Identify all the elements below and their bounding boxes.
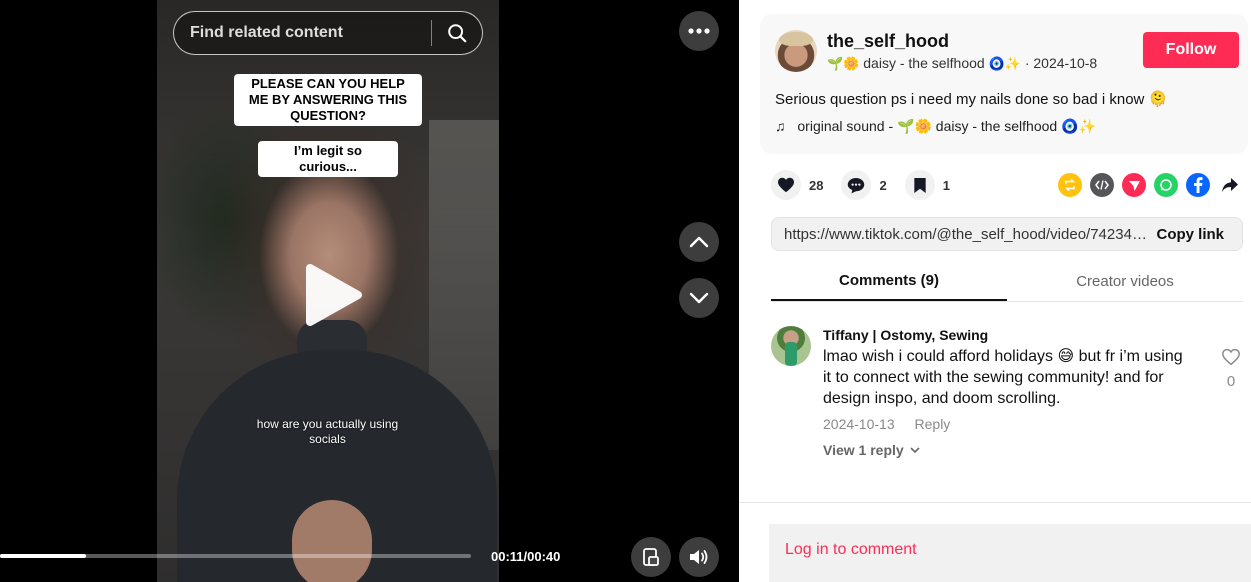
video-player[interactable]: PLEASE CAN YOU HELP ME BY ANSWERING THIS… (0, 0, 739, 582)
whatsapp-icon[interactable] (1154, 173, 1178, 197)
video-caption-question: PLEASE CAN YOU HELP ME BY ANSWERING THIS… (234, 74, 422, 126)
playback-time: 00:11/00:40 (491, 549, 561, 564)
search-placeholder[interactable]: Find related content (174, 24, 431, 42)
share-buttons (1058, 173, 1250, 197)
view-replies-button[interactable]: View 1 reply (823, 442, 920, 458)
view-replies-label: View 1 reply (823, 442, 904, 458)
chevron-down-icon (910, 446, 920, 453)
tab-comments[interactable]: Comments (9) (771, 262, 1007, 301)
picture-in-picture-icon[interactable] (631, 537, 671, 577)
video-subject-hand (292, 500, 372, 582)
follow-button[interactable]: Follow (1143, 32, 1239, 68)
comment-like-count: 0 (1226, 373, 1236, 390)
engagement-actions: 28 2 1 (771, 170, 968, 200)
display-name-emoji-tail: 🧿✨ (988, 56, 1021, 71)
commenter-name[interactable]: Tiffany | Ostomy, Sewing (823, 327, 988, 343)
heart-icon (771, 170, 801, 200)
login-to-comment-link[interactable]: Log in to comment (785, 541, 917, 559)
copy-link-button[interactable]: Copy link (1148, 226, 1242, 243)
music-name: daisy - the selfhood (935, 118, 1058, 134)
comment-icon (841, 170, 872, 200)
play-icon[interactable] (300, 262, 366, 328)
date-separator: · (1024, 55, 1030, 71)
comment-meta: 2024-10-13 Reply (823, 416, 950, 432)
reply-button[interactable]: Reply (915, 416, 951, 432)
tab-creator-videos[interactable]: Creator videos (1007, 262, 1243, 301)
save-button[interactable]: 1 (904, 170, 950, 200)
send-icon[interactable] (1122, 173, 1146, 197)
music-note-icon: ♫ (775, 118, 786, 134)
post-info-card: the_self_hood 🌱🌼 daisy - the selfhood 🧿✨… (760, 14, 1248, 154)
save-count: 1 (942, 177, 950, 193)
creator-username[interactable]: the_self_hood (827, 31, 949, 52)
related-search-bar[interactable]: Find related content (173, 11, 483, 55)
video-subtitle: how are you actually using socials (256, 417, 399, 446)
comment-date: 2024-10-13 (823, 416, 895, 432)
comment-text: lmao wish i could afford holidays 😅 but … (823, 348, 1183, 407)
music-link[interactable]: ♫ original sound - 🌱🌼 daisy - the selfho… (775, 118, 1096, 135)
copy-link-box: https://www.tiktok.com/@the_self_hood/vi… (771, 217, 1243, 251)
more-horizontal-icon[interactable] (679, 11, 719, 51)
like-button[interactable]: 28 (771, 170, 823, 200)
details-panel: the_self_hood 🌱🌼 daisy - the selfhood 🧿✨… (739, 0, 1251, 582)
display-name: daisy - the selfhood (863, 55, 985, 71)
progress-bar-fill (0, 554, 87, 558)
music-emoji: 🌱🌼 (897, 118, 932, 134)
commenter-avatar[interactable] (771, 326, 811, 366)
heart-outline-icon (1222, 348, 1240, 366)
volume-icon[interactable] (679, 537, 719, 577)
video-url[interactable]: https://www.tiktok.com/@the_self_hood/vi… (772, 226, 1148, 243)
video-caption-curious: I’m legit so curious... (258, 141, 398, 177)
facebook-icon[interactable] (1186, 173, 1210, 197)
creator-meta: 🌱🌼 daisy - the selfhood 🧿✨ · 2024-10-8 (827, 55, 1097, 72)
progress-bar[interactable] (0, 554, 471, 558)
comment-button[interactable]: 2 (841, 170, 887, 200)
post-description: Serious question ps i need my nails done… (775, 91, 1168, 108)
bookmark-icon (904, 170, 935, 200)
music-prefix: original sound - (797, 118, 894, 134)
search-icon[interactable] (432, 11, 482, 55)
login-to-comment-bar[interactable]: Log in to comment (769, 524, 1251, 582)
comment-count: 2 (879, 177, 887, 193)
display-name-emoji: 🌱🌼 (827, 56, 860, 71)
embed-icon[interactable] (1090, 173, 1114, 197)
divider (739, 502, 1251, 503)
creator-avatar[interactable] (775, 30, 817, 72)
like-count: 28 (809, 177, 824, 193)
post-date: 2024-10-8 (1033, 55, 1098, 71)
share-arrow-icon[interactable] (1218, 173, 1242, 197)
page: PLEASE CAN YOU HELP ME BY ANSWERING THIS… (0, 0, 1251, 582)
panel-tabs: Comments (9) Creator videos (771, 262, 1243, 302)
music-emoji-tail: 🧿✨ (1061, 118, 1096, 134)
chevron-up-icon[interactable] (679, 222, 719, 262)
repost-icon[interactable] (1058, 173, 1082, 197)
comment-like-button[interactable]: 0 (1219, 348, 1243, 390)
chevron-down-icon[interactable] (679, 278, 719, 318)
